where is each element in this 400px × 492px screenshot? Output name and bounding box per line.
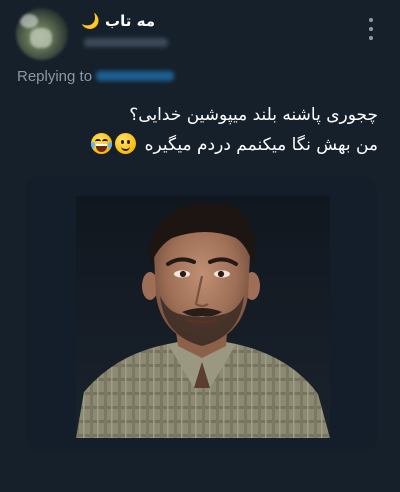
user-handle-blurred[interactable] xyxy=(84,38,168,47)
display-name[interactable]: مه تاب 🌙 xyxy=(78,12,155,30)
reply-mention-link[interactable] xyxy=(96,71,175,82)
more-vertical-icon[interactable] xyxy=(366,18,376,40)
grinning-squinting-face-icon xyxy=(91,133,113,154)
tweet[interactable]: مه تاب 🌙 Replying to چجوری پاشنه بلند می… xyxy=(0,0,400,492)
tweet-text-line-content: من بهش نگا میکنمم دردم میگیره xyxy=(144,135,378,155)
tweet-text-line: من بهش نگا میکنمم دردم میگیره xyxy=(38,130,378,160)
attached-photo[interactable] xyxy=(76,196,330,438)
tweet-text: چجوری پاشنه بلند میپوشین خدایی؟ من بهش ن… xyxy=(38,100,378,160)
display-name-text: مه تاب xyxy=(105,12,155,30)
replying-to-label: Replying to xyxy=(17,68,93,85)
tweet-media[interactable] xyxy=(26,176,377,452)
slightly-smiling-face-icon xyxy=(115,133,137,154)
tweet-text-line: چجوری پاشنه بلند میپوشین خدایی؟ xyxy=(129,105,378,125)
crescent-moon-icon: 🌙 xyxy=(81,12,100,30)
replying-to: Replying to xyxy=(17,68,175,85)
avatar[interactable] xyxy=(16,8,68,60)
